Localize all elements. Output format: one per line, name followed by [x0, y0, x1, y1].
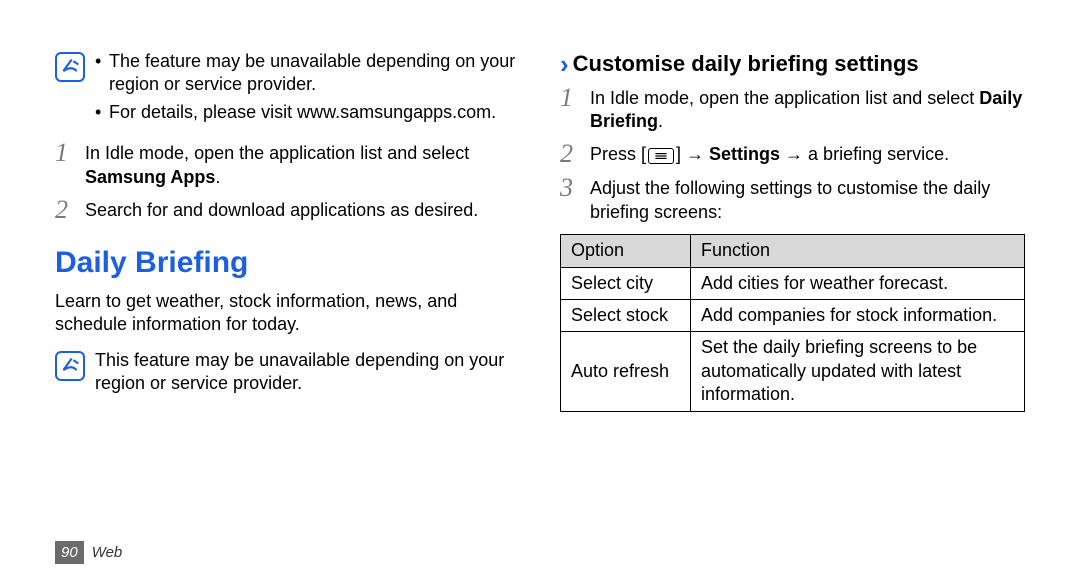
page-number: 90	[55, 541, 84, 565]
step-number: 1	[560, 85, 580, 111]
step-item: 2 Search for and download applications a…	[55, 199, 520, 223]
step-item: 1 In Idle mode, open the application lis…	[55, 142, 520, 189]
chevron-icon: ›	[560, 51, 569, 77]
table-row: Select city Add cities for weather forec…	[561, 267, 1025, 299]
page-footer: 90 Web	[55, 541, 122, 565]
step-item: 3 Adjust the following settings to custo…	[560, 177, 1025, 224]
step-item: 1 In Idle mode, open the application lis…	[560, 87, 1025, 134]
step-text: Adjust the following settings to customi…	[590, 177, 1025, 224]
step-number: 3	[560, 175, 580, 201]
section-description: Learn to get weather, stock information,…	[55, 290, 520, 337]
step-post: .	[658, 111, 663, 131]
step-number: 2	[55, 197, 75, 223]
step-bold: Samsung Apps	[85, 167, 215, 187]
step-item: 2 Press [ ] → Settings → a briefing servi…	[560, 143, 1025, 167]
subsection-heading: › Customise daily briefing settings	[560, 50, 1025, 79]
table-row: Select stock Add companies for stock inf…	[561, 299, 1025, 331]
step-pre: In Idle mode, open the application list …	[590, 88, 979, 108]
step-text: In Idle mode, open the application list …	[85, 142, 520, 189]
right-column: › Customise daily briefing settings 1 In…	[560, 50, 1025, 412]
step-text: Search for and download applications as …	[85, 199, 520, 222]
subhead-text: Customise daily briefing settings	[573, 50, 919, 79]
step-text: Press [ ] → Settings → a briefing service…	[590, 143, 1025, 166]
note-bullet: For details, please visit www.samsungapp…	[95, 101, 520, 124]
steps-list-right: 1 In Idle mode, open the application lis…	[560, 87, 1025, 225]
section-heading: Daily Briefing	[55, 243, 520, 282]
note-body: The feature may be unavailable depending…	[95, 50, 520, 128]
steps-list-left: 1 In Idle mode, open the application lis…	[55, 142, 520, 223]
step-bold: Settings	[709, 144, 780, 164]
step-arrow: ] →	[676, 144, 709, 164]
menu-key-icon	[648, 148, 674, 164]
note-text: This feature may be unavailable dependin…	[95, 349, 520, 396]
page-body: The feature may be unavailable depending…	[0, 0, 1080, 412]
function-cell: Add cities for weather forecast.	[691, 267, 1025, 299]
options-table: Option Function Select city Add cities f…	[560, 234, 1025, 411]
footer-section: Web	[92, 543, 123, 563]
note-bullet: The feature may be unavailable depending…	[95, 50, 520, 97]
option-cell: Auto refresh	[561, 332, 691, 411]
step-pre: In Idle mode, open the application list …	[85, 143, 469, 163]
step-pre: Press [	[590, 144, 646, 164]
table-row: Auto refresh Set the daily briefing scre…	[561, 332, 1025, 411]
table-header-option: Option	[561, 235, 691, 267]
function-cell: Set the daily briefing screens to be aut…	[691, 332, 1025, 411]
option-cell: Select city	[561, 267, 691, 299]
step-post: .	[215, 167, 220, 187]
note-box-2: This feature may be unavailable dependin…	[55, 349, 520, 396]
note-box-1: The feature may be unavailable depending…	[55, 50, 520, 128]
note-icon	[55, 351, 85, 381]
option-cell: Select stock	[561, 299, 691, 331]
table-header-function: Function	[691, 235, 1025, 267]
note-icon	[55, 52, 85, 82]
step-number: 1	[55, 140, 75, 166]
step-number: 2	[560, 141, 580, 167]
step-post: → a briefing service.	[780, 144, 949, 164]
step-text: In Idle mode, open the application list …	[590, 87, 1025, 134]
left-column: The feature may be unavailable depending…	[55, 50, 520, 412]
function-cell: Add companies for stock information.	[691, 299, 1025, 331]
